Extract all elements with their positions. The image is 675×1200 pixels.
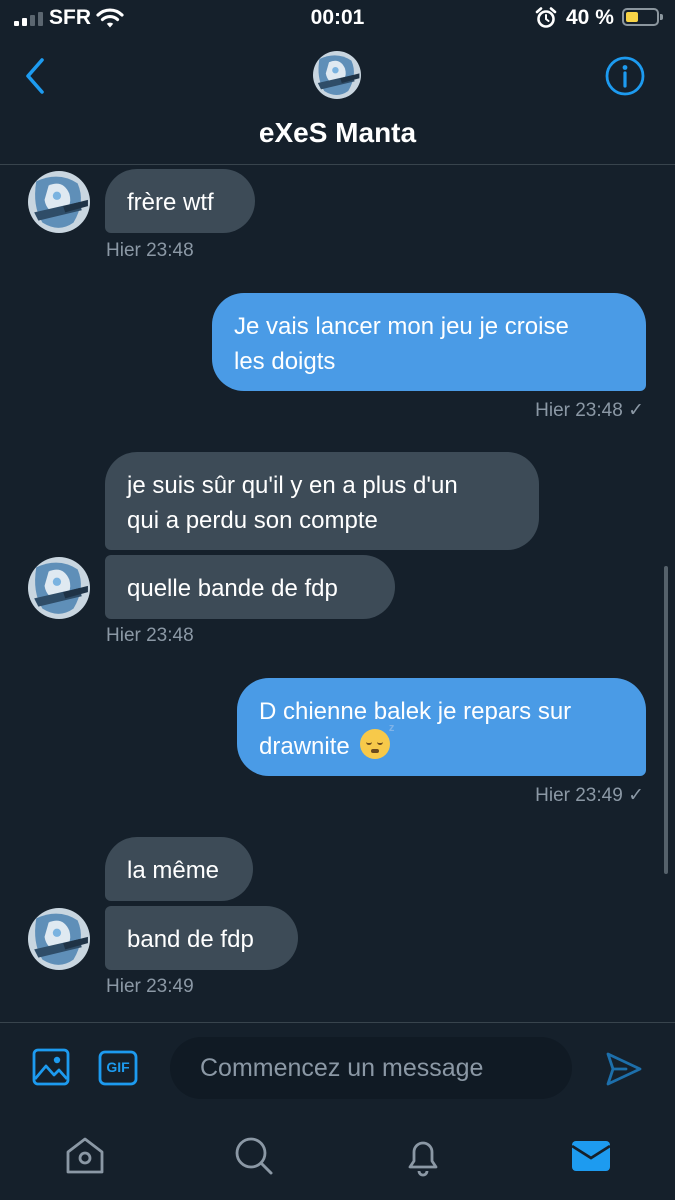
sender-avatar[interactable] (28, 557, 90, 619)
message-text: band de fdp (127, 926, 254, 953)
incoming-message-bubble[interactable]: je suis sûr qu'il y en a plus d'un qui a… (105, 452, 539, 550)
sleeping-face-emoji-icon: z (360, 723, 394, 759)
incoming-message-bubble[interactable]: quelle bande de fdp (105, 555, 395, 619)
outgoing-message-bubble[interactable]: Je vais lancer mon jeu je croise les doi… (212, 293, 646, 391)
message-text-line: Je vais lancer mon jeu je croise (234, 313, 569, 340)
avatar-image (313, 51, 361, 99)
status-bar: SFR 00:01 40 % (0, 0, 675, 38)
message-timestamp: Hier 23:48 (106, 625, 194, 646)
message-text-line: qui a perdu son compte (127, 507, 378, 534)
sender-avatar[interactable] (28, 171, 90, 233)
message-input[interactable] (170, 1037, 572, 1099)
home-icon (66, 1137, 104, 1174)
messages-envelope-icon (571, 1141, 611, 1171)
message-timestamp: Hier 23:48 (106, 240, 194, 261)
battery-percentage: 40 % (566, 6, 614, 29)
send-button[interactable] (604, 1049, 644, 1089)
message-timestamp: Hier 23:49 (106, 976, 194, 997)
incoming-message-bubble[interactable]: la même (105, 837, 253, 901)
message-text-line: je suis sûr qu'il y en a plus d'un (127, 472, 458, 499)
tab-notifications[interactable] (401, 1134, 445, 1178)
message-text: frère wtf (127, 189, 214, 216)
contact-avatar[interactable] (313, 51, 361, 99)
notifications-bell-icon (408, 1141, 438, 1177)
back-button[interactable] (18, 54, 54, 98)
message-text-line: D chienne balek je repars sur (259, 698, 572, 725)
alarm-clock-icon (535, 7, 557, 28)
add-gif-button[interactable]: GIF (98, 1050, 138, 1086)
chevron-left-icon (26, 58, 44, 94)
bottom-tab-bar (0, 1114, 675, 1200)
search-icon (235, 1137, 273, 1175)
message-timestamp: Hier 23:49 ✓ (535, 785, 644, 806)
scrollbar[interactable] (664, 566, 668, 874)
message-text: la même (127, 857, 220, 884)
message-timestamp: Hier 23:48 ✓ (535, 400, 644, 421)
battery-icon (622, 8, 663, 26)
conversation-header: eXeS Manta (0, 38, 675, 165)
outgoing-message-bubble[interactable]: D chienne balek je repars sur drawnite z (237, 678, 646, 776)
image-icon (32, 1048, 70, 1086)
incoming-message-bubble[interactable]: band de fdp (105, 906, 298, 970)
tab-search[interactable] (232, 1134, 276, 1178)
message-text-line: les doigts (234, 348, 336, 375)
gif-label: GIF (106, 1059, 130, 1075)
message-composer: GIF (0, 1022, 675, 1115)
message-text: quelle bande de fdp (127, 575, 338, 602)
contact-name[interactable]: eXeS Manta (0, 117, 675, 149)
send-icon (606, 1052, 642, 1086)
incoming-message-bubble[interactable]: frère wtf (105, 169, 255, 233)
conversation-info-button[interactable] (604, 55, 646, 97)
message-text-line: drawnite (259, 733, 350, 760)
info-icon (605, 56, 645, 96)
tab-home[interactable] (63, 1134, 107, 1178)
tab-messages[interactable] (569, 1134, 613, 1178)
add-image-button[interactable] (32, 1048, 70, 1086)
sender-avatar[interactable] (28, 908, 90, 970)
